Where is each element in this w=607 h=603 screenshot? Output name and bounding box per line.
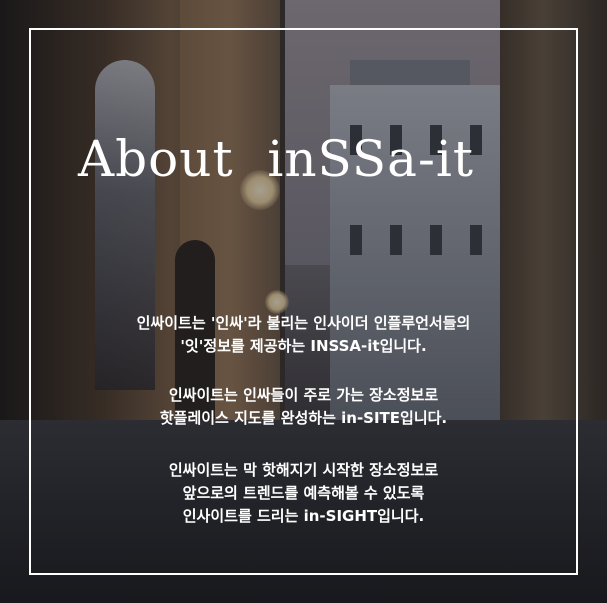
paragraph-line: 인싸이트는 '인싸'라 불리는 인사이더 인플루언서들의: [136, 314, 471, 332]
paragraph-line: 인사이트를 드리는 in-SIGHT입니다.: [182, 507, 425, 525]
paragraph-line: 핫플레이스 지도를 완성하는 in-SITE입니다.: [159, 409, 448, 427]
intro-paragraph-site: 인싸이트는 인싸들이 주로 가는 장소정보로 핫플레이스 지도를 완성하는 in…: [0, 384, 607, 430]
intro-paragraph-sight: 인싸이트는 막 핫해지기 시작한 장소정보로 앞으로의 트렌드를 예측해볼 수 …: [0, 459, 607, 528]
intro-paragraph-insider: 인싸이트는 '인싸'라 불리는 인사이더 인플루언서들의 '잇'정보를 제공하는…: [0, 312, 607, 358]
paragraph-line: 앞으로의 트렌드를 예측해볼 수 있도록: [182, 484, 425, 502]
page-title: About inSSa-it: [78, 130, 474, 188]
paragraph-line: 인싸이트는 막 핫해지기 시작한 장소정보로: [168, 461, 439, 479]
hero-banner: About inSSa-it 인싸이트는 '인싸'라 불리는 인사이더 인플루언…: [0, 0, 607, 603]
paragraph-line: '잇'정보를 제공하는 INSSA-it입니다.: [180, 337, 427, 355]
paragraph-line: 인싸이트는 인싸들이 주로 가는 장소정보로: [168, 386, 439, 404]
